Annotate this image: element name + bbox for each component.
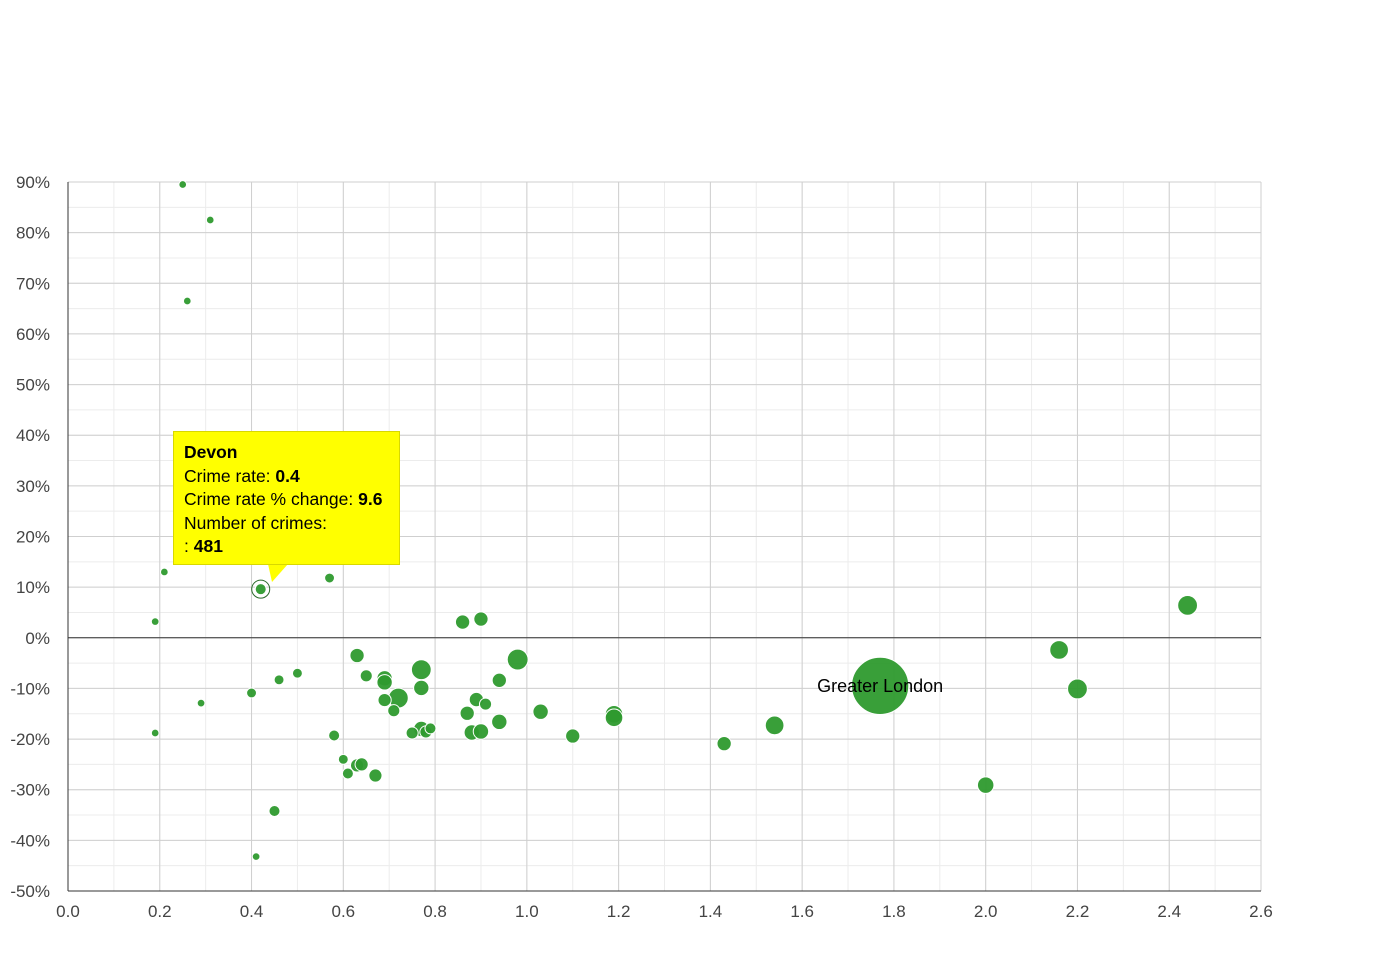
tooltip-crime-rate: Crime rate: 0.4 (184, 465, 300, 486)
data-point[interactable] (565, 728, 581, 744)
data-point[interactable] (337, 753, 349, 765)
tooltip-change: Crime rate % change: 9.6 (184, 489, 383, 509)
data-point[interactable] (1049, 640, 1069, 660)
tooltip-count-label: Number of crimes: (184, 512, 327, 533)
y-tick-label: 20% (16, 528, 50, 547)
y-tick-label: -30% (10, 781, 50, 800)
data-point[interactable] (268, 804, 281, 817)
x-tick-label: 2.0 (974, 902, 998, 921)
x-tick-label: 0.6 (331, 902, 355, 921)
data-point[interactable] (716, 735, 732, 752)
data-point[interactable] (410, 659, 432, 681)
data-point[interactable] (376, 674, 393, 691)
data-point[interactable] (405, 726, 419, 740)
data-point[interactable] (413, 679, 430, 697)
data-point[interactable] (324, 572, 335, 584)
x-tick-label: 0.8 (423, 902, 447, 921)
y-tick-label: 10% (16, 578, 50, 597)
data-point[interactable] (459, 705, 475, 721)
y-tick-label: 40% (16, 426, 50, 445)
data-point[interactable] (273, 674, 285, 686)
y-tick-label: 90% (16, 173, 50, 192)
y-tick-label: 80% (16, 224, 50, 243)
data-point[interactable] (341, 767, 354, 780)
data-point[interactable] (246, 687, 257, 699)
y-tick-label: -20% (10, 730, 50, 749)
data-point[interactable] (424, 722, 437, 735)
data-point[interactable] (205, 215, 215, 225)
data-point[interactable] (196, 698, 206, 708)
data-point[interactable] (472, 723, 490, 740)
data-point[interactable] (368, 768, 383, 783)
y-tick-label: -40% (10, 831, 50, 850)
data-point[interactable] (182, 296, 192, 306)
y-tick-label: 60% (16, 325, 50, 344)
x-tick-label: 0.2 (148, 902, 172, 921)
data-point[interactable] (532, 703, 549, 720)
x-tick-label: 1.8 (882, 902, 906, 921)
data-point[interactable] (178, 180, 188, 189)
data-point[interactable] (454, 614, 471, 630)
tooltip-title: Devon (184, 442, 238, 462)
data-point[interactable] (254, 583, 267, 596)
tooltip-pointer (268, 564, 288, 582)
x-tick-label: 2.4 (1157, 902, 1181, 921)
x-tick-label: 0.4 (240, 902, 264, 921)
y-tick-label: 0% (25, 629, 50, 648)
x-tick-label: 2.6 (1249, 902, 1273, 921)
x-tick-label: 0.0 (56, 902, 80, 921)
data-point[interactable] (1067, 678, 1088, 700)
y-tick-label: -10% (10, 679, 50, 698)
y-tick-label: 70% (16, 274, 50, 293)
data-point[interactable] (150, 617, 160, 626)
data-point[interactable] (491, 713, 508, 731)
data-point[interactable] (160, 567, 169, 577)
y-tick-label: 50% (16, 376, 50, 395)
data-point[interactable] (328, 729, 341, 742)
point-label: Greater London (817, 676, 943, 696)
tooltip-count: : 481 (184, 536, 223, 556)
data-point[interactable] (506, 648, 529, 671)
data-point[interactable] (604, 708, 624, 728)
x-axis-ticks: 0.0 0.2 0.4 0.6 0.8 1.0 1.2 1.4 1.6 1.8 2.0 2.2 2.4 2… (56, 902, 1273, 921)
data-point[interactable] (387, 704, 401, 718)
data-point[interactable] (251, 852, 261, 861)
data-point[interactable] (349, 647, 365, 664)
x-tick-label: 1.2 (607, 902, 631, 921)
data-point[interactable] (976, 776, 995, 794)
point-labels: Greater London (817, 676, 943, 696)
data-point[interactable] (150, 728, 160, 738)
x-tick-label: 2.2 (1066, 902, 1090, 921)
data-point[interactable] (473, 611, 489, 627)
data-point[interactable] (359, 669, 373, 683)
y-tick-label: 30% (16, 477, 50, 496)
y-axis-ticks: 90% 80% 70% 60% 50% 40% 30% 20% 10% 0% -10% -20% -30… (10, 173, 50, 901)
data-point[interactable] (377, 692, 392, 708)
x-tick-label: 1.6 (790, 902, 814, 921)
data-point[interactable] (291, 667, 303, 679)
data-point[interactable] (354, 757, 369, 772)
y-tick-label: -50% (10, 882, 50, 901)
data-point[interactable] (1177, 594, 1198, 616)
data-point[interactable] (491, 672, 507, 688)
x-tick-label: 1.4 (699, 902, 723, 921)
data-point[interactable] (764, 715, 785, 736)
data-point[interactable] (479, 697, 493, 711)
x-tick-label: 1.0 (515, 902, 539, 921)
tooltip: Devon Crime rate: 0.4 Crime rate % chang… (173, 431, 400, 565)
